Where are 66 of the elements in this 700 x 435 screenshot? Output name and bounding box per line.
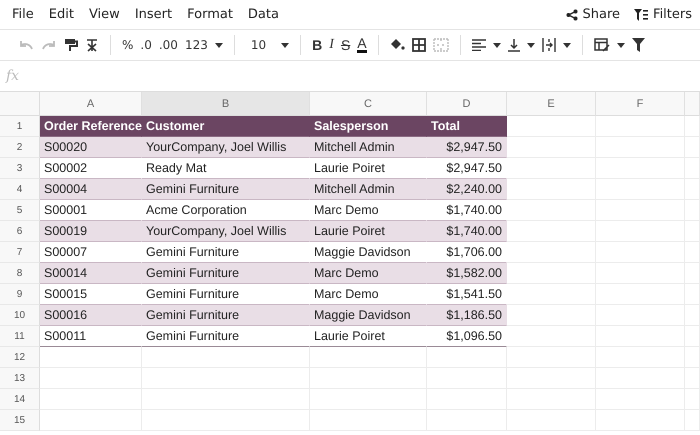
row-header[interactable]: 6 — [0, 221, 40, 242]
table-cell: $2,947.50 — [427, 137, 507, 158]
table-cell: S00011 — [40, 326, 142, 347]
menu-item[interactable]: Insert — [134, 7, 172, 22]
table-cell: $2,240.00 — [427, 179, 507, 200]
formula-label: fx — [6, 68, 20, 84]
table-cell: Laurie Poiret — [310, 326, 427, 347]
table-cell: S00019 — [40, 221, 142, 242]
number-format-button[interactable]: 123 — [184, 38, 208, 52]
table-cell: Mitchell Admin — [310, 137, 427, 158]
table-cell: YourCompany, Joel Willis — [142, 137, 310, 158]
menu-item[interactable]: Edit — [48, 7, 74, 22]
column-title: Salesperson — [310, 116, 427, 137]
menu-item[interactable]: View — [88, 7, 120, 22]
number-format-button[interactable]: .00 — [158, 38, 178, 52]
text-style-button[interactable]: A — [357, 37, 367, 53]
text-style-button[interactable]: S — [340, 37, 350, 53]
row-header[interactable]: 13 — [0, 368, 40, 389]
row-header[interactable]: 3 — [0, 158, 40, 179]
column-header[interactable]: F — [596, 92, 685, 116]
font-size-dropdown[interactable]: 10 — [246, 38, 274, 52]
row-header[interactable]: 9 — [0, 284, 40, 305]
table-cell: Gemini Furniture — [142, 305, 310, 326]
row-header[interactable]: 12 — [0, 347, 40, 368]
row-header[interactable]: 5 — [0, 200, 40, 221]
table-cell: $1,582.00 — [427, 263, 507, 284]
row-header[interactable]: 10 — [0, 305, 40, 326]
table-cell: YourCompany, Joel Willis — [142, 221, 310, 242]
row-header[interactable]: 15 — [0, 410, 40, 431]
table-cell: $1,740.00 — [427, 221, 507, 242]
column-header[interactable]: B — [142, 92, 310, 116]
table-cell: Maggie Davidson — [310, 305, 427, 326]
row-header[interactable]: 8 — [0, 263, 40, 284]
table-cell: Gemini Furniture — [142, 179, 310, 200]
table-cell: Laurie Poiret — [310, 221, 427, 242]
table-cell: Gemini Furniture — [142, 326, 310, 347]
number-format-button[interactable]: .0 — [140, 38, 152, 52]
text-style-button[interactable]: I — [329, 37, 334, 53]
column-header[interactable]: D — [427, 92, 507, 116]
menu-item[interactable]: Format — [187, 7, 233, 22]
table-cell: S00016 — [40, 305, 142, 326]
column-title: Order Reference — [40, 116, 142, 137]
table-cell: S00020 — [40, 137, 142, 158]
table-cell: Mitchell Admin — [310, 179, 427, 200]
table-cell: Gemini Furniture — [142, 263, 310, 284]
column-title: Customer — [142, 116, 310, 137]
column-header[interactable]: C — [310, 92, 427, 116]
table-cell: Marc Demo — [310, 263, 427, 284]
column-header[interactable]: A — [40, 92, 142, 116]
row-header[interactable]: 14 — [0, 389, 40, 410]
row-header[interactable]: 7 — [0, 242, 40, 263]
row-header[interactable]: 2 — [0, 137, 40, 158]
row-header[interactable]: 1 — [0, 116, 40, 137]
percent-format-button[interactable]: % — [122, 38, 134, 52]
filters-button[interactable]: Filters — [632, 7, 694, 22]
share-button[interactable]: Share — [564, 7, 622, 22]
column-title: Total — [427, 116, 507, 137]
table-cell: S00004 — [40, 179, 142, 200]
row-header[interactable]: 11 — [0, 326, 40, 347]
table-cell: S00014 — [40, 263, 142, 284]
column-header[interactable]: E — [507, 92, 596, 116]
table-cell: $1,186.50 — [427, 305, 507, 326]
text-style-button[interactable]: B — [312, 37, 322, 53]
row-header[interactable]: 4 — [0, 179, 40, 200]
menu-item[interactable]: Data — [248, 7, 279, 22]
menu-item[interactable]: File — [12, 7, 34, 22]
